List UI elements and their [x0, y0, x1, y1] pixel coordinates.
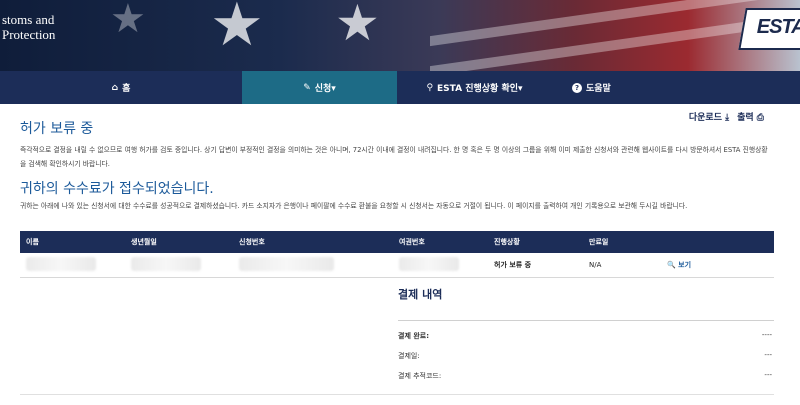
nav-item-label: 도움말 — [586, 84, 611, 94]
flag-star-icon: ★ — [210, 0, 264, 60]
cell-status: 허가 보류 중 — [488, 253, 583, 278]
download-button[interactable]: 다운로드 ⤓ — [689, 110, 729, 123]
main-nav: ⌂ 홈 ✎ 신청▾ ⚲ ESTA 진행상황 확인▾ ? 도움말 — [0, 71, 800, 104]
payment-row: 결제 완료: ---- — [398, 331, 774, 341]
redacted-value — [131, 256, 201, 271]
pending-description: 즉각적으로 결정을 내릴 수 없으므로 여행 허가를 검토 중입니다. 상기 답… — [20, 146, 768, 168]
cell-birthdate — [125, 253, 233, 278]
redacted-value — [239, 256, 334, 271]
col-name: 이름 — [20, 231, 125, 253]
cell-passport-number — [393, 253, 488, 278]
cell-expiry: N/A — [583, 253, 661, 278]
agency-line-1: stoms and — [2, 12, 55, 27]
cell-action: 🔍 보기 — [661, 253, 774, 278]
table-header-row: 이름 생년월일 신청번호 여권번호 진행상황 만료일 — [20, 231, 774, 253]
page-toolbar: 다운로드 ⤓ 출력 ⎙ — [689, 110, 764, 123]
view-link[interactable]: 🔍 보기 — [667, 261, 691, 269]
col-application-number: 신청번호 — [233, 231, 393, 253]
payment-label: 결제 완료: — [398, 332, 429, 340]
agency-line-2: Protection — [2, 27, 56, 42]
nav-item-help[interactable]: ? 도움말 — [552, 71, 800, 104]
col-status: 진행상황 — [488, 231, 583, 253]
table-row: 허가 보류 중 N/A 🔍 보기 — [20, 253, 774, 278]
cell-name — [20, 253, 125, 278]
nav-item-apply[interactable]: ✎ 신청▾ — [242, 71, 397, 104]
agency-name: stoms and Protection — [2, 12, 55, 42]
redacted-value — [399, 256, 459, 271]
page-title: 허가 보류 중 — [20, 121, 94, 137]
fee-received-title: 귀하의 수수료가 접수되었습니다. — [20, 181, 214, 197]
nav-item-check-status[interactable]: ⚲ ESTA 진행상황 확인▾ — [397, 71, 552, 104]
col-expiry: 만료일 — [583, 231, 661, 253]
fee-description: 귀하는 아래에 나와 있는 신청서에 대한 수수료를 성공적으로 결제하셨습니다… — [20, 202, 688, 210]
payment-label: 결제 추적코드: — [398, 372, 442, 380]
cell-application-number — [233, 253, 393, 278]
esta-logo[interactable]: ESTA — [738, 8, 800, 50]
col-passport-number: 여권번호 — [393, 231, 488, 253]
application-table: 이름 생년월일 신청번호 여권번호 진행상황 만료일 허가 보류 중 N/A 🔍… — [20, 231, 774, 278]
divider — [20, 394, 774, 395]
nav-item-label: ESTA 진행상황 확인▾ — [437, 84, 523, 94]
search-icon: ⚲ — [426, 82, 434, 93]
esta-logo-text: ESTA — [756, 16, 800, 38]
payment-row: 결제 추적코드: --- — [398, 371, 774, 381]
nav-item-label: 홈 — [122, 84, 131, 94]
payment-details: 결제 내역 결제 완료: ---- 결제일: --- 결제 추적코드: --- — [398, 286, 774, 381]
payment-value: --- — [764, 351, 772, 359]
payment-label: 결제일: — [398, 352, 420, 360]
nav-item-label: 신청▾ — [314, 84, 336, 94]
col-action — [661, 231, 774, 253]
help-icon: ? — [572, 82, 582, 93]
payment-value: ---- — [761, 331, 772, 339]
home-icon: ⌂ — [111, 82, 119, 93]
redacted-value — [26, 256, 96, 271]
nav-item-home[interactable]: ⌂ 홈 — [0, 71, 242, 104]
flag-star-icon: ★ — [110, 0, 146, 42]
flag-star-icon: ★ — [335, 0, 380, 52]
payment-title: 결제 내역 — [398, 286, 774, 321]
payment-row: 결제일: --- — [398, 351, 774, 361]
pencil-icon: ✎ — [303, 82, 311, 93]
header-banner: ★ ★ ★ stoms and Protection ESTA — [0, 0, 800, 71]
payment-value: --- — [764, 371, 772, 379]
print-button[interactable]: 출력 ⎙ — [737, 110, 764, 123]
col-birthdate: 생년월일 — [125, 231, 233, 253]
